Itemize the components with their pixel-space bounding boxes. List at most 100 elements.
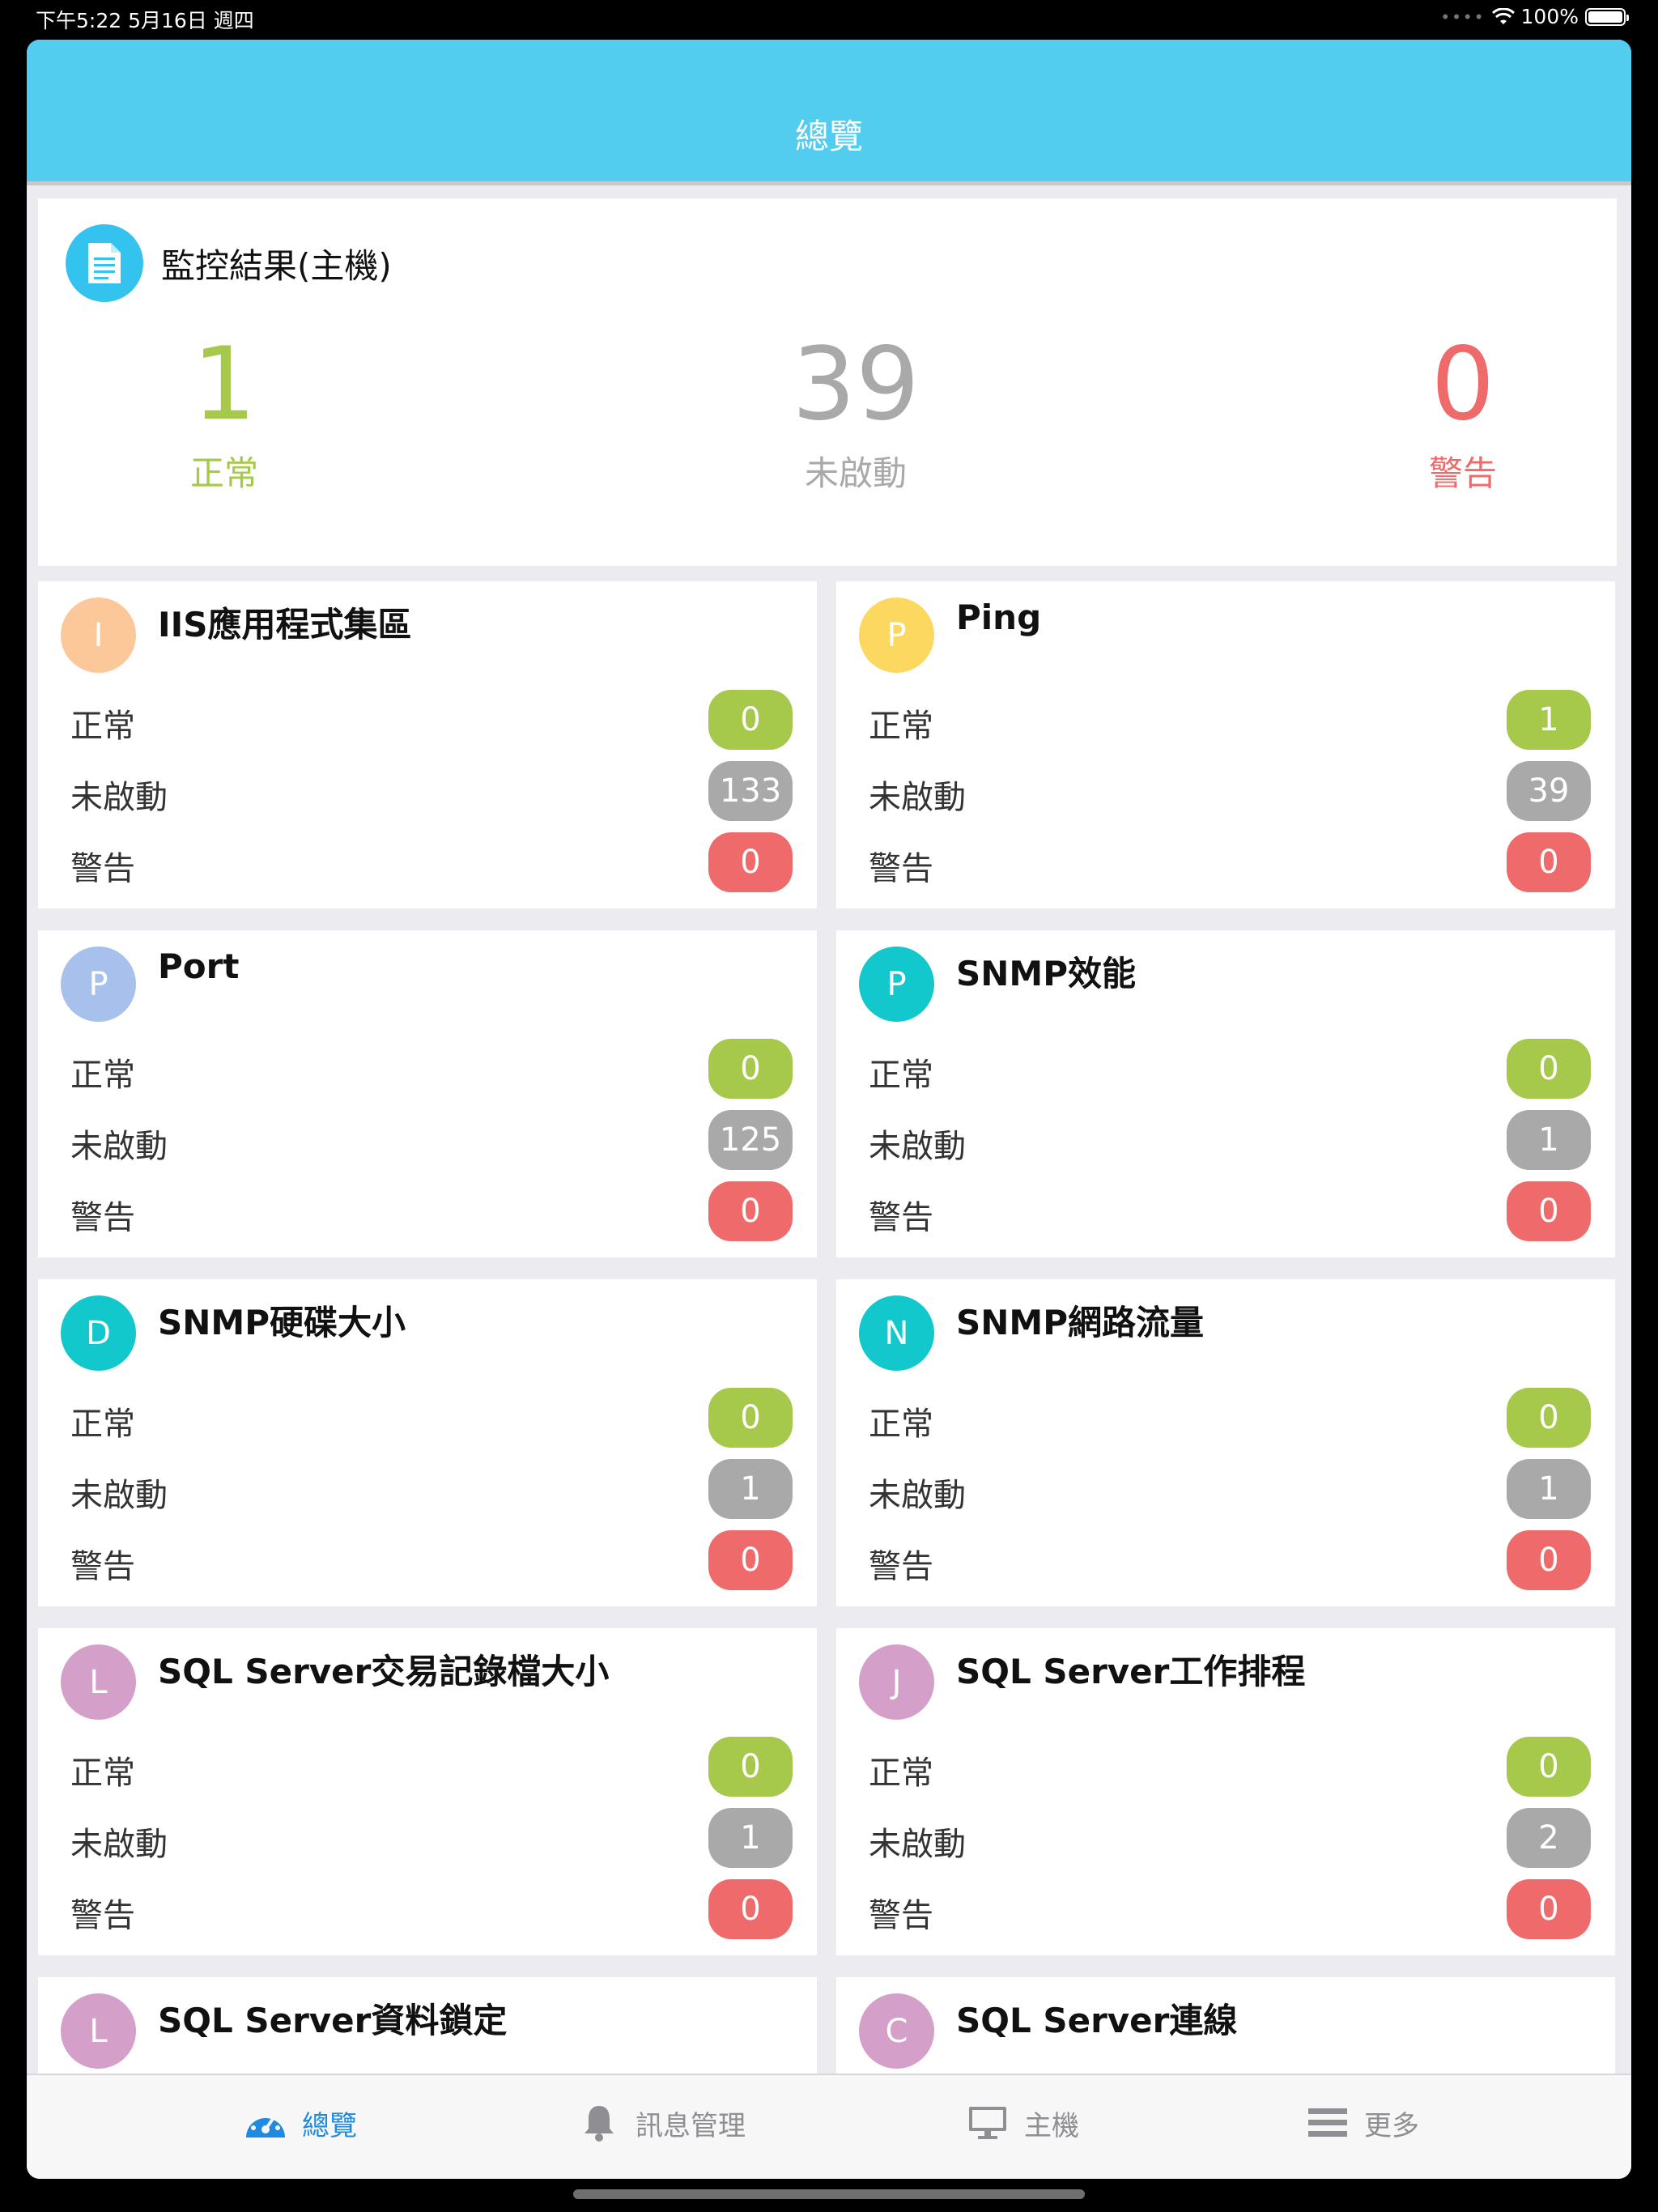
normal-badge: 0 <box>708 1388 793 1448</box>
card-avatar: P <box>859 946 934 1022</box>
warning-badge: 0 <box>1507 1530 1591 1590</box>
row-label: 警告 <box>869 1548 933 1585</box>
home-indicator[interactable] <box>573 2189 1085 2199</box>
card-avatar: L <box>61 1993 136 2069</box>
tab-bar: 總覽 訊息管理 主機 更多 <box>27 2074 1631 2179</box>
row-label: 未啟動 <box>70 1128 168 1165</box>
tab-more[interactable]: 更多 <box>1306 2101 1419 2145</box>
monitor-card[interactable]: P SNMP效能 正常 0 未啟動 1 警告 0 <box>836 930 1615 1257</box>
row-label: 未啟動 <box>70 779 168 816</box>
normal-row: 正常 0 <box>869 1036 1591 1100</box>
row-label: 正常 <box>869 708 933 745</box>
row-label: 正常 <box>869 1406 933 1443</box>
monitor-card[interactable]: P Port 正常 0 未啟動 125 警告 0 <box>38 930 817 1257</box>
row-label: 未啟動 <box>869 1826 966 1863</box>
normal-badge: 0 <box>708 1039 793 1099</box>
dashboard-icon <box>244 2101 287 2145</box>
row-label: 未啟動 <box>70 1826 168 1863</box>
normal-row: 正常 0 <box>869 1733 1591 1798</box>
warning-badge: 0 <box>1507 1181 1591 1241</box>
warning-badge: 0 <box>708 1879 793 1939</box>
summary-card[interactable]: 監控結果(主機) 1 正常 39 未啟動 0 警告 <box>38 198 1617 566</box>
summary-warning: 0 警告 <box>1341 328 1584 496</box>
card-title: SQL Server交易記錄檔大小 <box>158 1652 610 1691</box>
card-avatar: I <box>61 598 136 673</box>
monitor-card[interactable]: D SNMP硬碟大小 正常 0 未啟動 1 警告 0 <box>38 1279 817 1606</box>
inactive-badge: 125 <box>708 1110 793 1170</box>
status-indicators: •••• 100% <box>1440 5 1629 28</box>
nav-header: 總覽 <box>27 40 1631 185</box>
summary-inactive-count: 39 <box>792 326 920 443</box>
tab-hosts[interactable]: 主機 <box>966 2101 1079 2145</box>
status-bar: 下午5:22 5月16日 週四 •••• 100% <box>0 0 1658 37</box>
normal-badge: 0 <box>1507 1388 1591 1448</box>
tab-label: 總覽 <box>302 2109 357 2142</box>
normal-row: 正常 0 <box>70 1036 793 1100</box>
row-label: 未啟動 <box>869 1128 966 1165</box>
normal-row: 正常 0 <box>70 1733 793 1798</box>
menu-icon <box>1306 2101 1350 2145</box>
monitor-card[interactable]: N SNMP網路流量 正常 0 未啟動 1 警告 0 <box>836 1279 1615 1606</box>
row-label: 警告 <box>70 850 135 887</box>
card-avatar: L <box>61 1644 136 1720</box>
card-title: SNMP硬碟大小 <box>158 1303 406 1342</box>
warning-badge: 0 <box>708 1181 793 1241</box>
row-label: 警告 <box>70 1897 135 1934</box>
warning-row: 警告 0 <box>70 829 793 894</box>
row-label: 警告 <box>70 1199 135 1236</box>
normal-row: 正常 0 <box>70 687 793 751</box>
status-time-date: 下午5:22 5月16日 週四 <box>36 9 254 32</box>
app-window: 總覽 監控結果(主機) 1 正常 39 未啟動 0 警告 I IIS應用程式集區… <box>27 40 1631 2179</box>
bell-icon <box>577 2101 621 2145</box>
monitor-icon <box>966 2101 1010 2145</box>
inactive-row: 未啟動 125 <box>70 1107 793 1172</box>
card-avatar: N <box>859 1295 934 1371</box>
row-label: 正常 <box>869 1057 933 1094</box>
normal-badge: 0 <box>708 1737 793 1797</box>
summary-warning-count: 0 <box>1431 326 1495 443</box>
inactive-row: 未啟動 2 <box>869 1805 1591 1870</box>
card-title: SNMP網路流量 <box>956 1303 1204 1342</box>
card-avatar: P <box>61 946 136 1022</box>
inactive-badge: 1 <box>1507 1110 1591 1170</box>
monitor-card[interactable]: L SQL Server交易記錄檔大小 正常 0 未啟動 1 警告 0 <box>38 1628 817 1955</box>
tab-overview[interactable]: 總覽 <box>244 2101 357 2145</box>
monitor-card[interactable]: P Ping 正常 1 未啟動 39 警告 0 <box>836 581 1615 908</box>
warning-row: 警告 0 <box>869 1178 1591 1243</box>
warning-badge: 0 <box>1507 1879 1591 1939</box>
row-label: 警告 <box>869 1897 933 1934</box>
tab-messages[interactable]: 訊息管理 <box>577 2101 746 2145</box>
inactive-badge: 2 <box>1507 1808 1591 1868</box>
row-label: 正常 <box>869 1755 933 1792</box>
monitor-card[interactable]: J SQL Server工作排程 正常 0 未啟動 2 警告 0 <box>836 1628 1615 1955</box>
card-title: Ping <box>956 598 1042 637</box>
warning-row: 警告 0 <box>70 1178 793 1243</box>
card-title: SQL Server連線 <box>956 2001 1238 2040</box>
inactive-row: 未啟動 1 <box>70 1805 793 1870</box>
normal-badge: 1 <box>1507 690 1591 750</box>
inactive-badge: 1 <box>708 1459 793 1519</box>
summary-inactive: 39 未啟動 <box>734 328 977 496</box>
normal-row: 正常 1 <box>869 687 1591 751</box>
card-title: SQL Server工作排程 <box>956 1652 1306 1691</box>
row-label: 正常 <box>70 1755 135 1792</box>
battery-icon <box>1585 7 1629 26</box>
normal-badge: 0 <box>1507 1039 1591 1099</box>
inactive-badge: 133 <box>708 761 793 821</box>
card-avatar: J <box>859 1644 934 1720</box>
row-label: 未啟動 <box>869 1477 966 1514</box>
warning-row: 警告 0 <box>869 829 1591 894</box>
warning-row: 警告 0 <box>70 1527 793 1592</box>
row-label: 正常 <box>70 708 135 745</box>
document-icon <box>66 224 143 302</box>
tab-label: 主機 <box>1024 2109 1079 2142</box>
normal-row: 正常 0 <box>70 1385 793 1449</box>
inactive-row: 未啟動 1 <box>869 1456 1591 1521</box>
monitor-card[interactable]: I IIS應用程式集區 正常 0 未啟動 133 警告 0 <box>38 581 817 908</box>
warning-row: 警告 0 <box>869 1527 1591 1592</box>
normal-badge: 0 <box>708 690 793 750</box>
inactive-row: 未啟動 1 <box>869 1107 1591 1172</box>
row-label: 未啟動 <box>70 1477 168 1514</box>
summary-inactive-label: 未啟動 <box>804 453 907 493</box>
card-avatar: P <box>859 598 934 673</box>
